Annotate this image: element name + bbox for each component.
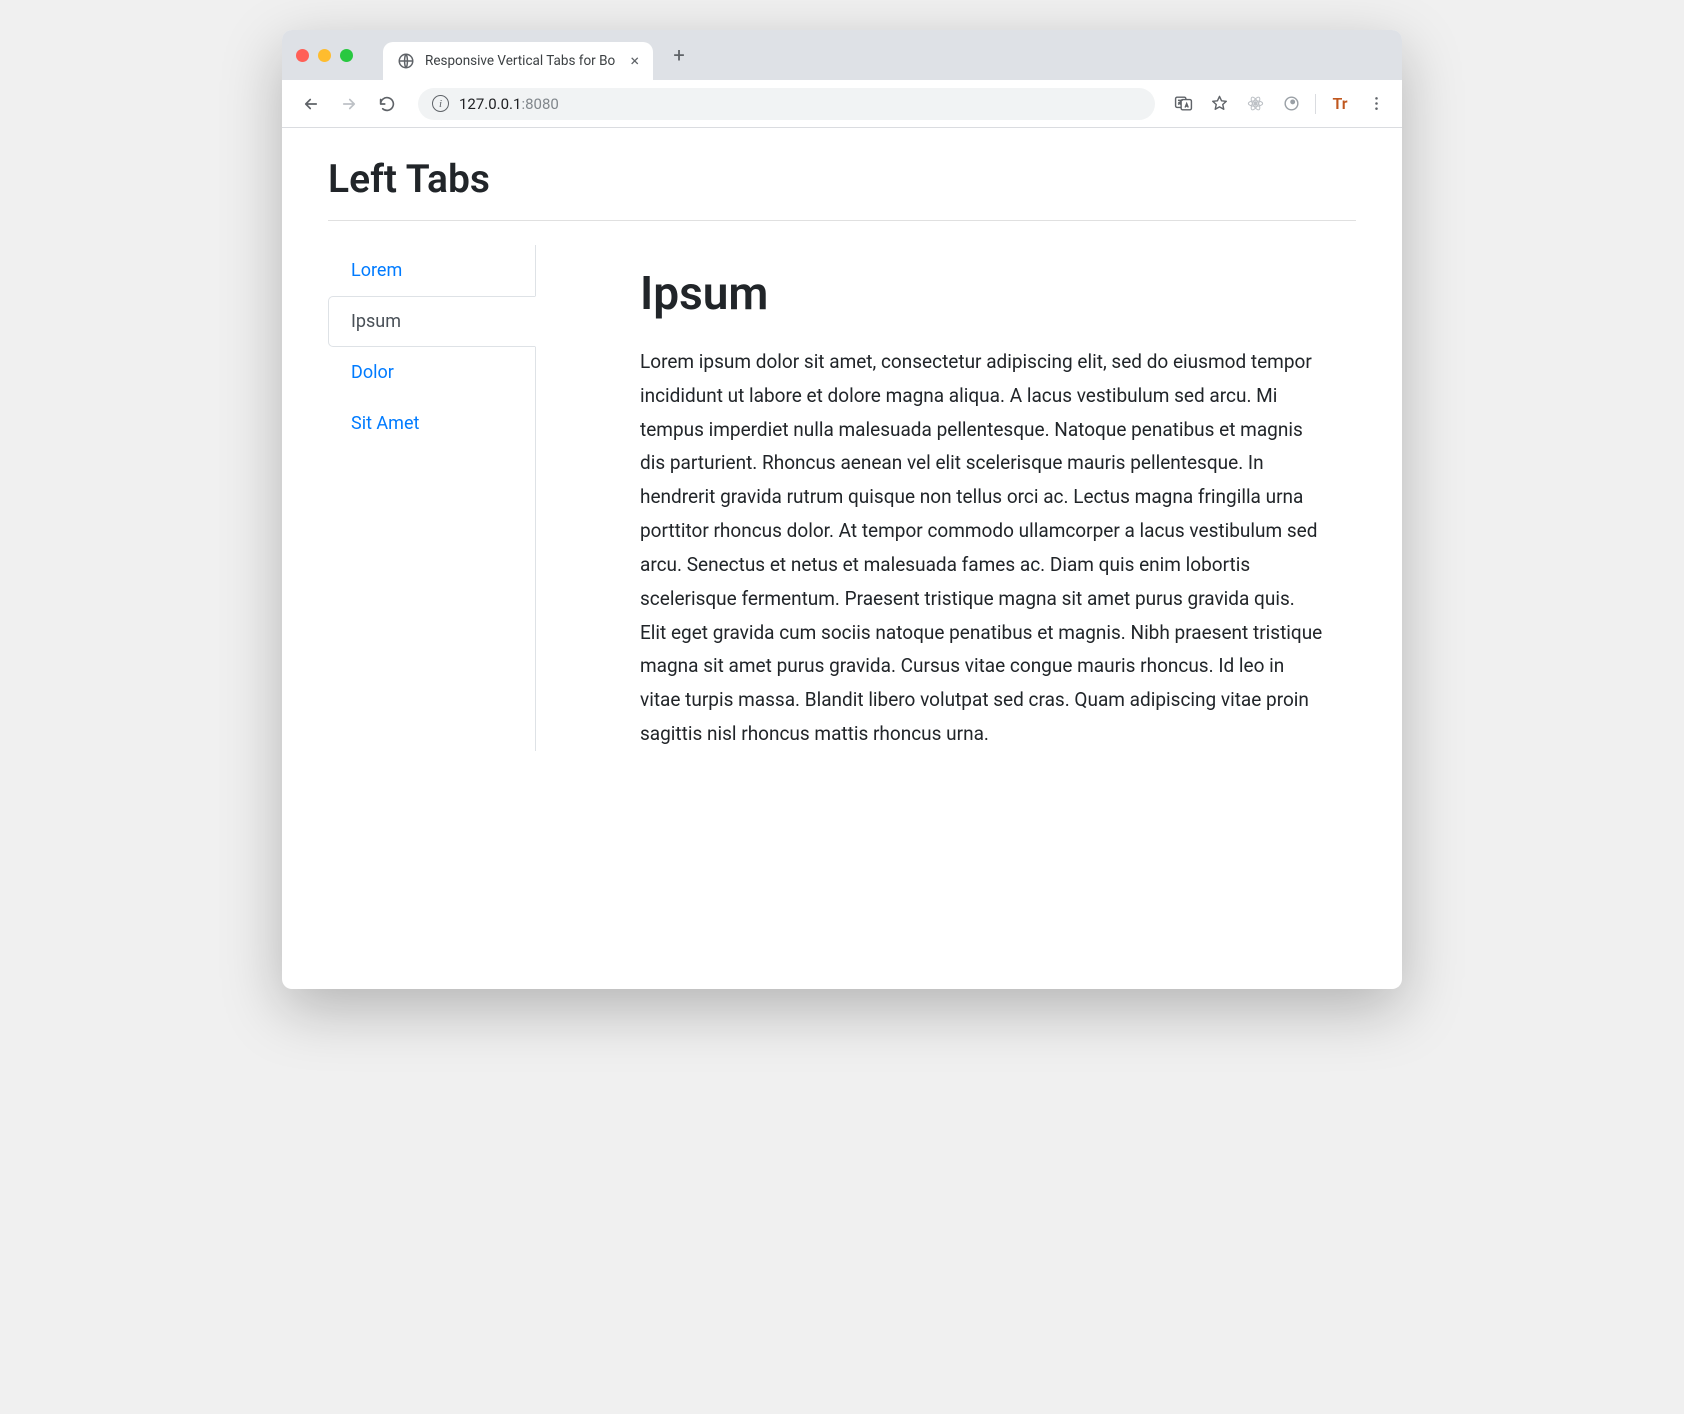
browser-tab[interactable]: Responsive Vertical Tabs for Boo × — [383, 42, 653, 80]
url-host: 127.0.0.1 — [459, 95, 521, 113]
heading-divider — [328, 220, 1356, 221]
tab-ipsum[interactable]: Ipsum — [328, 296, 536, 347]
window-maximize-button[interactable] — [340, 49, 353, 62]
tab-dolor[interactable]: Dolor — [328, 347, 536, 398]
extension-react-icon[interactable] — [1241, 90, 1269, 118]
extension-tr-icon[interactable]: Tr — [1326, 90, 1354, 118]
page-title: Left Tabs — [328, 156, 1356, 202]
back-button[interactable] — [294, 87, 328, 121]
url-port: :8080 — [521, 95, 558, 113]
extension-circle-icon[interactable] — [1277, 90, 1305, 118]
translate-icon[interactable] — [1169, 90, 1197, 118]
url-text: 127.0.0.1:8080 — [459, 94, 559, 113]
tab-lorem[interactable]: Lorem — [328, 245, 536, 296]
browser-tab-title: Responsive Vertical Tabs for Boo — [425, 53, 615, 69]
toolbar-right: Tr — [1169, 90, 1390, 118]
site-info-icon[interactable]: i — [432, 95, 449, 112]
browser-titlebar: Responsive Vertical Tabs for Boo × + — [282, 30, 1402, 80]
tab-panel: Ipsum Lorem ipsum dolor sit amet, consec… — [536, 245, 1356, 751]
window-controls — [296, 49, 353, 62]
toolbar-separator — [1315, 94, 1316, 114]
page-content: Left Tabs Lorem Ipsum Dolor Sit Amet Ips… — [282, 128, 1402, 989]
address-bar[interactable]: i 127.0.0.1:8080 — [418, 88, 1155, 120]
browser-toolbar: i 127.0.0.1:8080 Tr — [282, 80, 1402, 128]
new-tab-button[interactable]: + — [665, 41, 693, 69]
tab-close-button[interactable]: × — [630, 53, 639, 69]
window-close-button[interactable] — [296, 49, 309, 62]
browser-window: Responsive Vertical Tabs for Boo × + i 1… — [282, 30, 1402, 989]
tabs-nav: Lorem Ipsum Dolor Sit Amet — [328, 245, 536, 751]
panel-body: Lorem ipsum dolor sit amet, consectetur … — [640, 345, 1324, 751]
globe-icon — [397, 52, 415, 70]
browser-menu-button[interactable] — [1362, 90, 1390, 118]
bookmark-star-icon[interactable] — [1205, 90, 1233, 118]
vertical-tabs-layout: Lorem Ipsum Dolor Sit Amet Ipsum Lorem i… — [328, 245, 1356, 751]
forward-button[interactable] — [332, 87, 366, 121]
window-minimize-button[interactable] — [318, 49, 331, 62]
tab-sit-amet[interactable]: Sit Amet — [328, 398, 536, 449]
reload-button[interactable] — [370, 87, 404, 121]
panel-heading: Ipsum — [640, 267, 1324, 321]
